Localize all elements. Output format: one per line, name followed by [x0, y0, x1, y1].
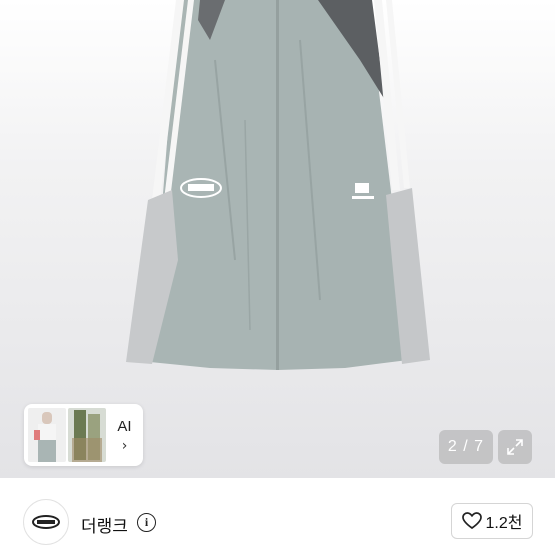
- ai-side: AI ›: [106, 418, 139, 453]
- ai-thumbnail-2: [68, 408, 106, 462]
- expand-button[interactable]: [498, 430, 532, 464]
- like-button[interactable]: 1.2천: [451, 503, 533, 539]
- ai-thumbnails: [28, 408, 106, 462]
- chevron-right-icon: ›: [121, 437, 128, 454]
- brand-logo-icon: [32, 515, 60, 529]
- seller-avatar[interactable]: [23, 499, 69, 545]
- ai-label: AI: [117, 417, 132, 435]
- ai-similar-card[interactable]: AI ›: [24, 404, 143, 466]
- like-count: 1.2천: [485, 515, 523, 532]
- info-icon[interactable]: i: [137, 513, 156, 532]
- seller-bar: 더랭크 i 1.2천: [0, 478, 555, 555]
- image-counter: 2 / 7: [439, 430, 493, 464]
- seller-name[interactable]: 더랭크: [81, 512, 128, 537]
- expand-arrows-icon: [507, 439, 523, 455]
- product-detail-page: AI › 2 / 7 더랭크 i 1.2천: [0, 0, 555, 555]
- ai-thumbnail-1: [28, 408, 66, 462]
- heart-outline-icon: [461, 512, 482, 530]
